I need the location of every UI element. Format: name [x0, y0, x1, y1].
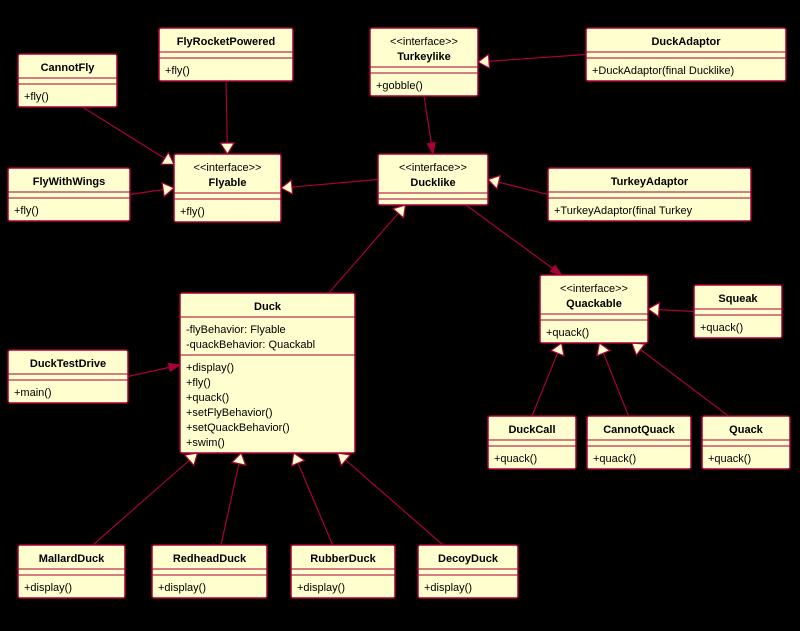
method: +quack(): [494, 453, 537, 465]
method: +display(): [158, 582, 206, 594]
relation: [130, 190, 163, 195]
relation: [298, 463, 333, 545]
method: +fly(): [24, 91, 49, 103]
class-name: Quackable: [566, 298, 622, 310]
method: +gobble(): [376, 80, 423, 92]
class-DuckTestDrive: DuckTestDrive +main(): [8, 350, 128, 403]
relation: [466, 205, 553, 269]
class-Duck: Duck -flyBehavior: Flyable -quackBehavior:…: [180, 293, 355, 453]
stereotype: <<interface>>: [399, 162, 467, 174]
class-name: DuckCall: [508, 424, 555, 436]
class-TurkeyAdaptor: TurkeyAdaptor +TurkeyAdaptor(final Turkey: [548, 168, 751, 221]
stereotype: <<interface>>: [390, 36, 458, 48]
class-DuckCall: DuckCall +quack(): [488, 416, 576, 469]
field: -quackBehavior: Quackabl: [186, 339, 315, 351]
method: +setFlyBehavior(): [186, 407, 273, 419]
relation: [221, 464, 239, 545]
method: +fly(): [14, 205, 39, 217]
relation: [499, 182, 548, 194]
method: +DuckAdaptor(final Ducklike): [592, 65, 734, 77]
class-CannotFly: CannotFly +fly(): [18, 54, 117, 107]
class-Ducklike: <<interface>> Ducklike: [378, 154, 488, 205]
method: +fly(): [180, 206, 205, 218]
class-name: Quack: [729, 424, 764, 436]
method: +display(): [24, 582, 72, 594]
relation: [489, 55, 586, 62]
class-Quack: Quack +quack(): [702, 416, 790, 469]
class-name: DecoyDuck: [438, 553, 499, 565]
class-name: TurkeyAdaptor: [611, 176, 689, 188]
class-Quackable: <<interface>> Quackable +quack(): [540, 275, 648, 343]
relation: [226, 81, 227, 143]
class-DuckAdaptor: DuckAdaptor +DuckAdaptor(final Ducklike): [586, 28, 786, 81]
class-name: RubberDuck: [310, 553, 376, 565]
class-name: Turkeylike: [397, 51, 451, 63]
class-name: Squeak: [718, 293, 758, 305]
method: +quack(): [186, 392, 229, 404]
method: +quack(): [700, 322, 743, 334]
relation: [292, 180, 378, 188]
class-MallardDuck: MallardDuck +display(): [18, 545, 125, 598]
class-Turkeylike: <<interface>> Turkeylike +gobble(): [370, 28, 478, 96]
method: +display(): [297, 582, 345, 594]
class-name: RedheadDuck: [173, 553, 247, 565]
method: +display(): [186, 362, 234, 374]
class-RedheadDuck: RedheadDuck +display(): [152, 545, 267, 598]
method: +quack(): [708, 453, 751, 465]
class-name: FlyRocketPowered: [177, 36, 275, 48]
class-name: CannotFly: [41, 62, 96, 74]
field: -flyBehavior: Flyable: [186, 324, 286, 336]
relation: [93, 460, 189, 545]
class-CannotQuack: CannotQuack +quack(): [587, 416, 691, 469]
class-Squeak: Squeak +quack(): [694, 285, 782, 338]
method: +TurkeyAdaptor(final Turkey: [554, 205, 693, 217]
class-name: FlyWithWings: [33, 176, 106, 188]
method: +quack(): [546, 327, 589, 339]
relation: [128, 367, 169, 376]
class-name: DuckTestDrive: [30, 358, 106, 370]
relation: [641, 350, 729, 416]
uml-diagram: CannotFly+fly()FlyRocketPowered+fly()<<i…: [0, 0, 800, 631]
method: +fly(): [186, 377, 211, 389]
class-FlyRocketPowered: FlyRocketPowered +fly(): [159, 28, 293, 81]
relation: [329, 213, 399, 293]
relation: [82, 107, 164, 158]
class-name: CannotQuack: [603, 424, 675, 436]
stereotype: <<interface>>: [560, 283, 628, 295]
class-name: MallardDuck: [39, 553, 105, 565]
class-name: Flyable: [209, 177, 247, 189]
method: +display(): [424, 582, 472, 594]
relation: [532, 353, 557, 416]
class-name: DuckAdaptor: [651, 36, 721, 48]
relation: [424, 96, 431, 143]
class-name: Ducklike: [410, 177, 455, 189]
stereotype: <<interface>>: [194, 162, 262, 174]
method: +main(): [14, 387, 52, 399]
class-name: Duck: [254, 301, 282, 313]
method: +fly(): [165, 65, 190, 77]
method: +quack(): [593, 453, 636, 465]
class-RubberDuck: RubberDuck +display(): [291, 545, 395, 598]
relation: [659, 310, 694, 312]
method: +setQuackBehavior(): [186, 422, 290, 434]
relation: [346, 460, 443, 545]
method: +swim(): [186, 437, 225, 449]
class-FlyWithWings: FlyWithWings +fly(): [8, 168, 130, 221]
class-DecoyDuck: DecoyDuck +display(): [418, 545, 518, 598]
relation: [603, 353, 628, 416]
class-Flyable: <<interface>> Flyable +fly(): [174, 154, 281, 222]
